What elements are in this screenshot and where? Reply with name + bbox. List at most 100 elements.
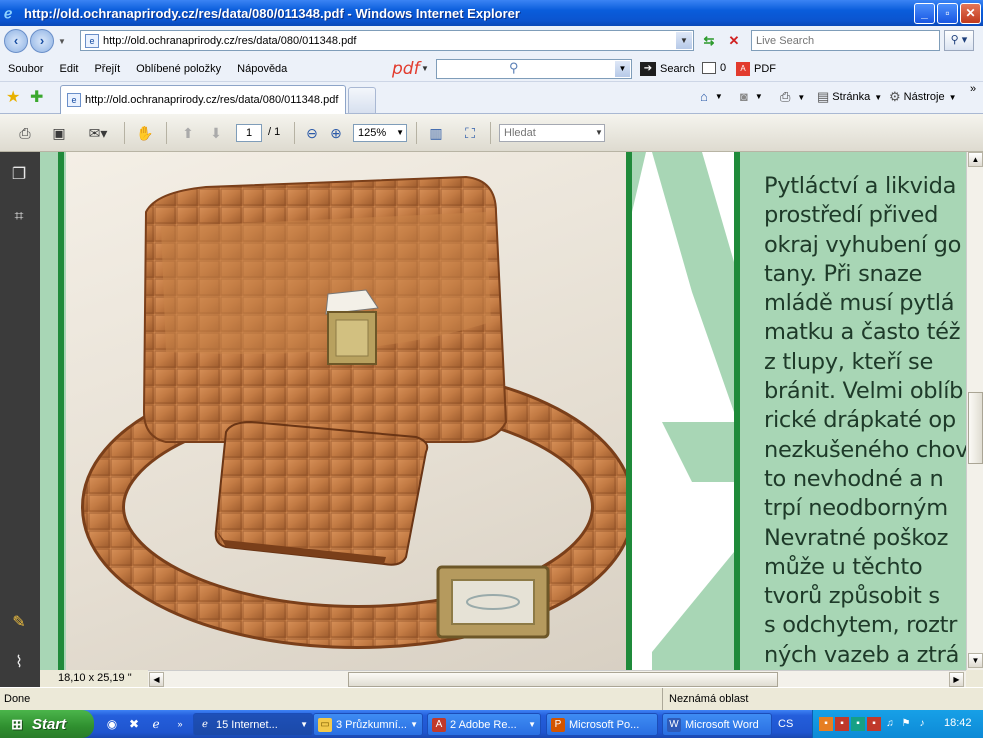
- zoom-out-icon[interactable]: ⊖: [302, 122, 322, 144]
- close-button[interactable]: ✕: [960, 2, 981, 24]
- save-icon[interactable]: ▣: [46, 122, 72, 144]
- stop-button[interactable]: ✕: [724, 31, 744, 51]
- forward-button[interactable]: ›: [30, 29, 54, 53]
- email-icon[interactable]: ✉▾: [80, 122, 116, 144]
- horizontal-scrollbar[interactable]: ◀ ▶: [148, 670, 966, 687]
- mail-tool-button[interactable]: 0: [702, 62, 726, 74]
- print-button[interactable]: ⎙ ▼: [780, 89, 805, 105]
- text-line: s odchytem, roztr: [764, 612, 958, 639]
- pdf-search-dropdown[interactable]: ▼: [615, 61, 630, 77]
- page-number-input[interactable]: 1: [236, 124, 262, 142]
- search-button[interactable]: ⚲ ▾: [944, 30, 974, 51]
- rss-icon: ◙: [740, 89, 748, 104]
- text-line: to nevhodné a n: [764, 465, 944, 492]
- tray-icon[interactable]: ▪: [851, 717, 865, 731]
- menu-edit[interactable]: Edit: [51, 63, 86, 75]
- pdf-tool-button[interactable]: A PDF: [736, 62, 776, 76]
- powerpoint-icon: P: [551, 717, 565, 732]
- leather-goods-image: [81, 175, 635, 649]
- language-indicator[interactable]: CS: [778, 718, 793, 730]
- add-favorite-icon[interactable]: ✚: [30, 87, 43, 107]
- menu-help[interactable]: Nápověda: [229, 63, 295, 75]
- find-input[interactable]: [499, 124, 605, 142]
- volume-icon[interactable]: ♪: [915, 717, 929, 731]
- quicklaunch-excel-icon[interactable]: ✖: [126, 716, 142, 732]
- fit-width-icon[interactable]: ▥: [424, 122, 448, 144]
- minimize-button[interactable]: _: [914, 2, 935, 24]
- quicklaunch-explorer-icon[interactable]: ◉: [104, 716, 120, 732]
- tab-pdf[interactable]: e http://old.ochranaprirody.cz/res/data/…: [60, 85, 346, 114]
- taskbar: ⊞ Start ◉ ✖ ℯ » ℯ 15 Internet... ▼ ▭ 3 Průz…: [0, 710, 983, 738]
- scroll-up-button[interactable]: ▲: [968, 152, 983, 167]
- tools-menu[interactable]: ⚙ Nástroje ▼: [889, 89, 957, 105]
- home-button[interactable]: ⌂ ▼: [700, 89, 723, 104]
- pdf-icon: A: [736, 62, 750, 76]
- tray-icon[interactable]: ▪: [867, 717, 881, 731]
- task-adobe-reader[interactable]: A2 Adobe Re... ▼: [427, 713, 541, 736]
- live-search-input[interactable]: [751, 30, 940, 51]
- pdf-search-input[interactable]: ⚲ ▼: [436, 59, 632, 79]
- task-explorer[interactable]: ▭ 3 Průzkumní... ▼: [313, 713, 423, 736]
- tray-icon[interactable]: ▪: [835, 717, 849, 731]
- navigation-panel: ❐ ⌗ ✎ ⌇: [0, 152, 40, 671]
- zoom-select[interactable]: 125% ▼: [353, 124, 407, 142]
- find-dropdown[interactable]: ▼: [594, 124, 604, 142]
- quicklaunch-more[interactable]: »: [172, 716, 188, 732]
- page-down-icon[interactable]: ⬇: [204, 122, 228, 144]
- tray-icon[interactable]: ♫: [883, 717, 897, 731]
- address-dropdown[interactable]: ▼: [676, 32, 692, 49]
- scroll-left-button[interactable]: ◀: [149, 672, 164, 687]
- text-line: ných vazeb a ztrá: [764, 641, 960, 668]
- tray-icon[interactable]: ▪: [819, 717, 833, 731]
- scroll-down-button[interactable]: ▼: [968, 653, 983, 668]
- page-menu[interactable]: ▤ Stránka ▼: [817, 89, 882, 105]
- new-tab-button[interactable]: [348, 87, 376, 113]
- reader-toolbar: ⎙ ▣ ✉▾ ✋ ⬆ ⬇ 1 / 1 ⊖ ⊕ 125%▼ ▥ ⛶ ▼: [0, 114, 983, 152]
- fit-page-icon[interactable]: ⛶: [458, 122, 482, 144]
- favorites-star-icon[interactable]: ★: [6, 87, 20, 107]
- feeds-button[interactable]: ◙ ▼: [740, 89, 763, 104]
- pages-icon[interactable]: ❐: [8, 164, 30, 186]
- comments-icon[interactable]: ✎: [8, 612, 30, 634]
- text-line: okraj vyhubení go: [764, 231, 962, 258]
- article-paragraph: Pytláctví a likvida prostředí přived okr…: [764, 172, 966, 670]
- tab-label: http://old.ochranaprirody.cz/res/data/08…: [85, 94, 339, 106]
- page-icon: ▤: [817, 89, 830, 104]
- print-icon[interactable]: ⎙: [12, 122, 38, 144]
- task-internet-explorer[interactable]: ℯ 15 Internet... ▼: [193, 713, 313, 736]
- hand-icon[interactable]: ✋: [132, 122, 158, 144]
- system-tray: ▪ ▪ ▪ ▪ ♫ ⚑ ♪ 18:42: [812, 710, 983, 738]
- task-powerpoint[interactable]: P Microsoft Po...: [546, 713, 658, 736]
- scroll-right-button[interactable]: ▶: [949, 672, 964, 687]
- home-icon: ⌂: [700, 89, 708, 104]
- pdf-logo-icon[interactable]: pdf: [392, 59, 420, 79]
- menu-favorites[interactable]: Oblíbené položky: [128, 63, 229, 75]
- find-icon[interactable]: ⌗: [8, 206, 30, 228]
- horizontal-scroll-thumb[interactable]: [348, 672, 778, 687]
- page-up-icon[interactable]: ⬆: [176, 122, 200, 144]
- more-chevron[interactable]: »: [970, 83, 976, 95]
- menu-file[interactable]: Soubor: [0, 63, 51, 75]
- task-word[interactable]: W Microsoft Word: [662, 713, 772, 736]
- ie-logo-icon: ℯ: [4, 5, 13, 21]
- vertical-scrollbar[interactable]: ▲ ▼: [966, 152, 983, 670]
- refresh-button[interactable]: ⇆: [699, 31, 719, 51]
- quicklaunch-ie-icon[interactable]: ℯ: [148, 716, 164, 732]
- text-line: Pytláctví a likvida: [764, 173, 957, 199]
- ie-icon: ℯ: [202, 718, 208, 730]
- page-total: / 1: [268, 126, 281, 138]
- search-tool-button[interactable]: ➔ Search: [640, 62, 695, 76]
- pdf-dropdown[interactable]: ▼: [421, 64, 429, 73]
- tray-icon[interactable]: ⚑: [899, 717, 913, 731]
- maximize-button[interactable]: ▫: [937, 2, 958, 24]
- back-button[interactable]: ‹: [4, 29, 28, 53]
- word-icon: W: [667, 717, 681, 732]
- tab-bar: ★ ✚ e http://old.ochranaprirody.cz/res/d…: [0, 82, 983, 114]
- address-url: http://old.ochranaprirody.cz/res/data/08…: [103, 34, 357, 47]
- vertical-scroll-thumb[interactable]: [968, 392, 983, 464]
- history-dropdown[interactable]: ▼: [56, 37, 68, 46]
- zoom-in-icon[interactable]: ⊕: [326, 122, 346, 144]
- start-button[interactable]: ⊞ Start: [0, 710, 94, 738]
- menu-go[interactable]: Přejít: [86, 63, 128, 75]
- address-bar[interactable]: e http://old.ochranaprirody.cz/res/data/…: [80, 30, 694, 51]
